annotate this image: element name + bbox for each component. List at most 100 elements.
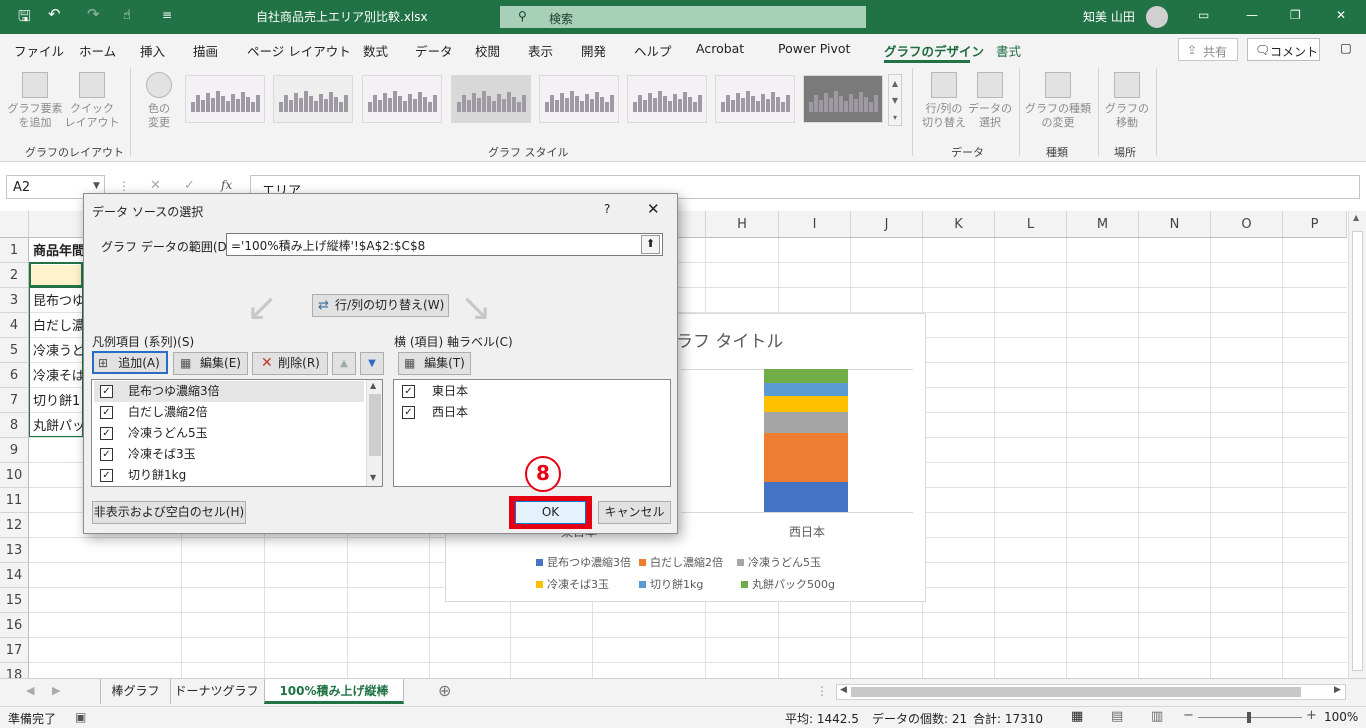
legend-entry-4[interactable]: 冷凍そば3玉 [536,576,609,592]
chart-style-7[interactable] [715,75,795,123]
zoom-thumb[interactable] [1247,712,1251,723]
select-data-button[interactable]: データの 選択 [966,72,1014,130]
column-header-O[interactable]: O [1211,211,1283,238]
close-window-icon[interactable]: ✕ [1336,8,1346,22]
vertical-scroll-thumb[interactable] [1352,231,1363,671]
checkbox[interactable]: ✓ [100,385,113,398]
collapse-ribbon-icon[interactable]: ▢ [1340,40,1352,55]
series-item-3[interactable]: ✓ 冷凍うどん5玉 [94,423,364,444]
scroll-up-icon[interactable]: ▲ [1353,213,1359,222]
bar-segment-west-1[interactable] [764,481,848,512]
enter-icon[interactable]: ✓ [184,178,195,193]
help-button[interactable]: ? [604,202,610,216]
series-item-1[interactable]: ✓ 昆布つゆ濃縮3倍 [94,381,364,402]
switch-row-column-button[interactable]: 行/列の 切り替え [918,72,970,130]
zoom-level[interactable]: 100% [1324,710,1358,724]
checkbox[interactable]: ✓ [100,448,113,461]
move-down-button[interactable]: ▼ [360,352,384,375]
zoom-out-icon[interactable]: − [1183,708,1194,723]
bar-segment-west-6[interactable] [764,369,848,384]
bar-segment-west-4[interactable] [764,396,848,412]
horizontal-scroll-thumb[interactable] [851,687,1301,697]
tab-acrobat[interactable]: Acrobat [696,41,744,56]
bar-segment-west-2[interactable] [764,433,848,482]
insert-function-icon[interactable]: fx [221,178,232,192]
save-icon[interactable]: 🖫 [18,6,31,31]
row-header-10[interactable]: 10 [0,463,29,488]
prev-sheet-icon[interactable]: ◀ [26,684,34,697]
vertical-scrollbar[interactable]: ▲ [1348,211,1366,678]
add-sheet-icon[interactable]: ⊕ [438,681,451,700]
move-up-button[interactable]: ▲ [332,352,356,375]
row-header-4[interactable]: 4 [0,313,29,338]
column-header-N[interactable]: N [1139,211,1211,238]
row-header-8[interactable]: 8 [0,413,29,438]
style-gallery-scroll[interactable]: ▲ ▼ ▾ [888,74,902,126]
chart-style-4[interactable] [451,75,531,123]
row-header-9[interactable]: 9 [0,438,29,463]
select-all-corner[interactable] [0,211,29,238]
change-chart-type-button[interactable]: グラフの種類 の変更 [1024,72,1092,130]
touch-mode-icon[interactable]: ☝ [123,8,131,23]
avatar[interactable] [1146,6,1168,28]
tab-insert[interactable]: 挿入 [140,41,165,60]
tab-splitter-icon[interactable]: ⋮ [816,684,828,698]
row-header-3[interactable]: 3 [0,288,29,313]
scroll-right-icon[interactable]: ▶ [1334,685,1341,695]
tab-page-layout[interactable]: ページ レイアウト [247,41,351,60]
scroll-down-icon[interactable]: ▼ [370,473,376,482]
legend-entry-2[interactable]: 白だし濃縮2倍 [639,554,723,570]
row-header-13[interactable]: 13 [0,538,29,563]
legend-entry-6[interactable]: 丸餅パック500g [741,576,835,592]
horizontal-scrollbar[interactable]: ◀ ▶ [836,684,1346,700]
ribbon-display-icon[interactable]: ▭ [1198,8,1209,22]
column-header-H[interactable]: H [706,211,779,238]
chart-style-3[interactable] [362,75,442,123]
hidden-empty-cells-button[interactable]: 非表示および空白のセル(H) [92,501,246,524]
tab-power-pivot[interactable]: Power Pivot [778,41,850,56]
restore-icon[interactable]: ❐ [1290,8,1301,22]
collapse-dialog-icon[interactable]: ⬆ [641,235,660,254]
delete-series-button[interactable]: ✕ 削除(R) [252,352,328,375]
bar-segment-west-5[interactable] [764,383,848,397]
tab-chart-design[interactable]: グラフのデザイン [884,41,984,60]
tab-data[interactable]: データ [415,41,453,60]
page-layout-view-icon[interactable]: ▤ [1111,709,1123,724]
next-sheet-icon[interactable]: ▶ [52,684,60,697]
cell-A1[interactable]: 商品年間 [31,240,83,263]
range-input[interactable]: ='100%積み上げ縦棒'!$A$2:$C$8 ⬆ [226,233,663,256]
axis-item-2[interactable]: ✓ 西日本 [396,402,666,423]
row-header-7[interactable]: 7 [0,388,29,413]
scroll-up-icon[interactable]: ▲ [370,381,376,390]
tab-review[interactable]: 校閲 [475,41,500,60]
page-break-view-icon[interactable]: ▥ [1151,709,1163,724]
row-header-2[interactable]: 2 [0,263,29,288]
column-header-L[interactable]: L [995,211,1067,238]
checkbox[interactable]: ✓ [100,427,113,440]
zoom-in-icon[interactable]: + [1306,708,1317,723]
series-item-2[interactable]: ✓ 白だし濃縮2倍 [94,402,364,423]
redo-icon[interactable]: ↷ [87,5,100,23]
tab-file[interactable]: ファイル [14,41,64,60]
row-header-17[interactable]: 17 [0,638,29,663]
minimize-icon[interactable]: — [1246,8,1258,22]
share-button[interactable]: ⇪ 共有 [1178,38,1238,61]
checkbox[interactable]: ✓ [100,406,113,419]
scroll-left-icon[interactable]: ◀ [840,685,847,695]
close-icon[interactable]: ✕ [647,200,660,218]
series-list[interactable]: ✓ 昆布つゆ濃縮3倍 ✓ 白だし濃縮2倍 ✓ 冷凍うどん5玉 ✓ 冷凍そば3玉 ✓ 切り餅1kg … [91,379,383,487]
customize-qat-icon[interactable]: ≡ [162,8,172,22]
checkbox[interactable]: ✓ [100,469,113,482]
row-header-14[interactable]: 14 [0,563,29,588]
legend-entry-5[interactable]: 切り餅1kg [639,576,703,592]
column-header-J[interactable]: J [851,211,923,238]
chart-style-5[interactable] [539,75,619,123]
chart-style-6[interactable] [627,75,707,123]
row-header-15[interactable]: 15 [0,588,29,613]
undo-icon[interactable]: ↶ [48,5,61,23]
row-header-5[interactable]: 5 [0,338,29,363]
tab-developer[interactable]: 開発 [581,41,606,60]
sheet-tab-donut[interactable]: ドーナツグラフ [170,679,262,704]
row-header-16[interactable]: 16 [0,613,29,638]
add-series-button[interactable]: ⊞ 追加(A) [92,351,168,374]
